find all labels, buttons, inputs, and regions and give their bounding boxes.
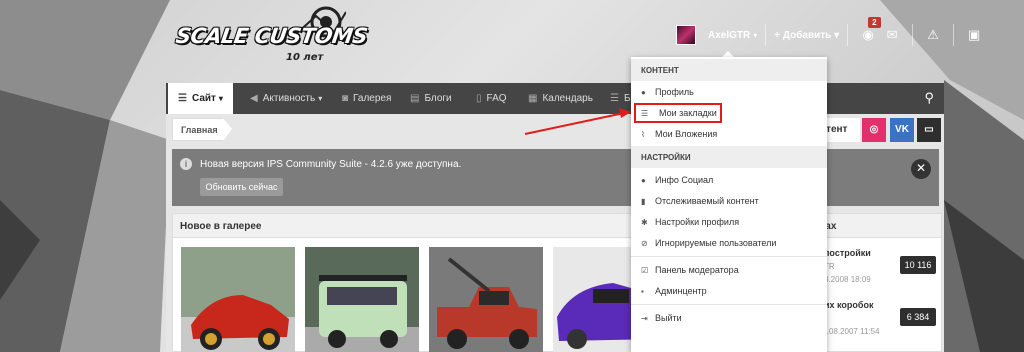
menu-item-label: Мои Вложения	[655, 129, 718, 139]
gallery-thumb[interactable]	[429, 247, 543, 352]
menu-item-label: Инфо Социал	[655, 175, 714, 185]
messages-icon[interactable]: ✉	[880, 27, 904, 43]
menu-item-label: Настройки профиля	[655, 217, 740, 227]
divider	[847, 24, 849, 46]
section-header-content: КОНТЕНТ	[631, 59, 827, 81]
main-nav: ☰ Сайт ▾ ◀ Активность ▾ ◙ Галерея ▤ Блог…	[166, 83, 944, 114]
calendar-icon: ▦	[528, 93, 538, 104]
update-now-button[interactable]: Обновить сейчас	[200, 178, 283, 196]
divider	[765, 24, 767, 46]
close-icon[interactable]: ✕	[911, 159, 931, 179]
notification-badge: 2	[868, 17, 881, 28]
add-button[interactable]: + Добавить ▾	[774, 30, 839, 41]
user-icon: ●	[641, 87, 646, 97]
info-icon: i	[180, 158, 192, 170]
menu-divider	[631, 256, 827, 257]
nav-label: FAQ	[486, 93, 507, 104]
logout-icon: ⇥	[641, 313, 648, 323]
nav-item-faq[interactable]: ▯ FAQ	[476, 83, 507, 114]
site-logo[interactable]: SCALE CUSTOMS 10 лет	[168, 6, 388, 70]
menu-item-admin-center[interactable]: ▪ Админцентр	[631, 281, 827, 301]
breadcrumb-home: Главная	[181, 125, 218, 135]
lock-icon: ▪	[641, 286, 644, 296]
gallery-thumb[interactable]	[181, 247, 295, 352]
ban-icon: ⊘	[641, 238, 648, 248]
gallery-thumb[interactable]	[305, 247, 419, 352]
list-icon: ☰	[178, 93, 187, 104]
menu-item-profile[interactable]: ● Профиль	[631, 82, 827, 102]
menu-item-label: Профиль	[655, 87, 694, 97]
chevron-down-icon: ▾	[831, 29, 840, 41]
list-icon: ☰	[610, 93, 619, 104]
nav-item-activity[interactable]: ◀ Активность ▾	[250, 83, 322, 114]
nav-item-calendar[interactable]: ▦ Календарь	[528, 83, 593, 114]
breadcrumb[interactable]: Главная	[172, 118, 224, 141]
nav-label: Блоги	[424, 93, 452, 104]
nav-label: Галерея	[353, 93, 392, 104]
avatar[interactable]	[676, 25, 696, 45]
breadcrumb-arrow	[223, 118, 232, 141]
image-icon[interactable]: ▣	[962, 27, 986, 43]
divider	[953, 24, 955, 46]
doc-icon: ▯	[476, 93, 482, 104]
user-bar: AxelGTR ▾ + Добавить ▾ ◉ 2 ✉ ⚠ ▣	[676, 17, 986, 48]
menu-item-ignored-users[interactable]: ⊘ Игнорируемые пользователи	[631, 233, 827, 253]
warning-icon[interactable]: ⚠	[921, 27, 945, 43]
topic-count: 6 384	[900, 308, 936, 326]
menu-item-social-info[interactable]: ● Инфо Социал	[631, 170, 827, 190]
menu-item-logout[interactable]: ⇥ Выйти	[631, 308, 827, 328]
nav-item-blogs[interactable]: ▤ Блоги	[410, 83, 452, 114]
users-icon: ●	[641, 175, 646, 185]
megaphone-icon: ◀	[250, 93, 258, 104]
blog-icon: ▤	[410, 93, 420, 104]
divider	[912, 24, 914, 46]
menu-divider	[631, 304, 827, 305]
search-icon[interactable]: ⚲	[924, 90, 934, 106]
menu-item-moderator-panel[interactable]: ☑ Панель модератора	[631, 260, 827, 280]
nav-item-gallery[interactable]: ◙ Галерея	[342, 83, 391, 114]
inbox-icon[interactable]: ▭	[917, 118, 941, 142]
notifications-globe-icon[interactable]: ◉ 2	[856, 17, 881, 43]
paperclip-icon: ⌇	[641, 129, 645, 139]
add-button-label: Добавить	[782, 29, 832, 41]
user-dropdown-menu: КОНТЕНТ ● Профиль ☰ Мои закладки ⌇ Мои Влож…	[631, 57, 827, 352]
topic-title[interactable]: их коробок	[824, 300, 873, 310]
nav-label: Календарь	[542, 93, 593, 104]
menu-item-attachments[interactable]: ⌇ Мои Вложения	[631, 124, 827, 144]
check-icon: ☑	[641, 265, 649, 275]
menu-item-label: Панель модератора	[655, 265, 739, 275]
cog-icon: ✱	[641, 217, 648, 227]
chevron-down-icon: ▾	[218, 94, 223, 103]
notice-text: Новая версия IPS Community Suite - 4.2.6…	[200, 159, 462, 170]
menu-item-label: Админцентр	[655, 286, 707, 296]
menu-item-profile-settings[interactable]: ✱ Настройки профиля	[631, 212, 827, 232]
topic-title[interactable]: постройки	[824, 248, 871, 258]
menu-item-followed-content[interactable]: ▮ Отслеживаемый контент	[631, 191, 827, 211]
menu-item-label: Игнорируемые пользователи	[655, 238, 777, 248]
nav-label: Активность	[262, 93, 316, 104]
topic-count: 10 116	[900, 256, 936, 274]
plus-icon: +	[774, 29, 783, 41]
logo-title: SCALE CUSTOMS	[174, 24, 369, 48]
camera-icon: ◙	[342, 93, 349, 104]
username[interactable]: AxelGTR	[708, 30, 750, 41]
highlight-box	[634, 103, 722, 123]
topic-date: 3.2008 18:09	[824, 275, 871, 284]
section-header-settings: НАСТРОЙКИ	[631, 146, 827, 168]
instagram-icon[interactable]: ◎	[862, 118, 886, 142]
chevron-down-icon: ▾	[753, 30, 758, 40]
nav-label: Сайт	[191, 93, 216, 104]
vk-icon[interactable]: VK	[890, 118, 914, 142]
nav-item-site[interactable]: ☰ Сайт ▾	[168, 83, 233, 114]
chevron-down-icon: ▾	[318, 94, 323, 103]
logo-subtitle: 10 лет	[286, 52, 324, 63]
menu-item-label: Отслеживаемый контент	[655, 196, 759, 206]
bookmark-icon: ▮	[641, 196, 646, 206]
menu-item-label: Выйти	[655, 313, 682, 323]
